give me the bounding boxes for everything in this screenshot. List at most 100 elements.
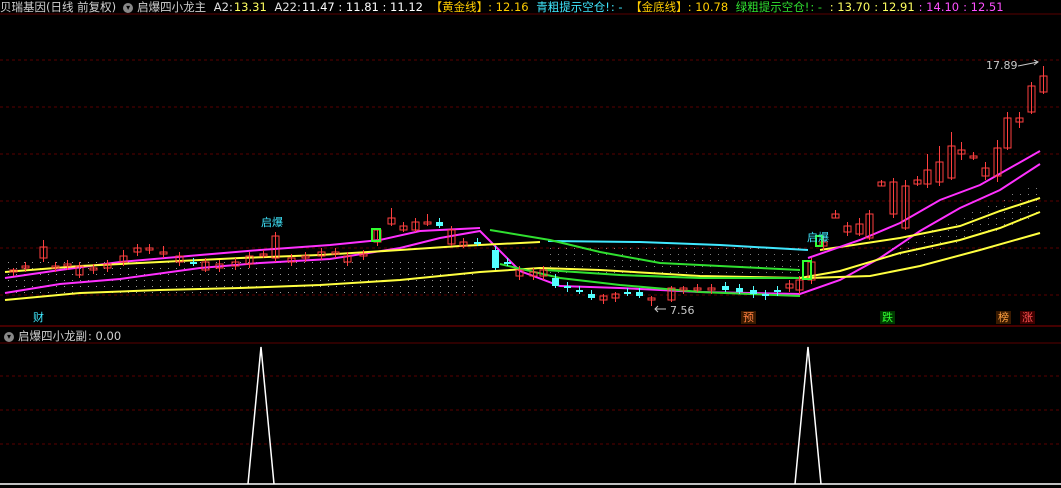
dot-fill (8, 268, 9, 269)
dot-fill (416, 280, 417, 281)
dot-fill (638, 266, 639, 267)
dot-fill (328, 274, 329, 275)
dot-fill (120, 274, 121, 275)
dot-fill (598, 248, 599, 249)
dot-fill (208, 292, 209, 293)
dot-fill (192, 292, 193, 293)
dot-fill (710, 260, 711, 261)
dot-fill (328, 262, 329, 263)
dot-fill (224, 274, 225, 275)
dot-fill (320, 262, 321, 263)
candle-down (624, 292, 631, 294)
dot-fill (64, 274, 65, 275)
dot-fill (408, 286, 409, 287)
dot-fill (574, 254, 575, 255)
dot-fill (766, 266, 767, 267)
dot-fill (670, 272, 671, 273)
dot-fill (344, 280, 345, 281)
dot-fill (940, 236, 941, 237)
dot-fill (352, 292, 353, 293)
dot-fill (782, 260, 783, 261)
dot-fill (940, 248, 941, 249)
dot-fill (908, 254, 909, 255)
dot-fill (280, 268, 281, 269)
dot-fill (216, 286, 217, 287)
dot-fill (734, 272, 735, 273)
dot-fill (264, 280, 265, 281)
dot-fill (774, 266, 775, 267)
dot-fill (654, 254, 655, 255)
dot-fill (798, 260, 799, 261)
dot-fill (112, 274, 113, 275)
candle-down (736, 288, 743, 292)
dot-fill (630, 254, 631, 255)
dot-fill (352, 286, 353, 287)
dot-fill (176, 286, 177, 287)
dot-fill (996, 224, 997, 225)
dot-fill (456, 268, 457, 269)
dot-fill (726, 248, 727, 249)
dot-fill (590, 266, 591, 267)
dot-fill (40, 280, 41, 281)
candle-down (474, 242, 481, 244)
dot-fill (916, 242, 917, 243)
dot-fill (424, 274, 425, 275)
dot-fill (272, 274, 273, 275)
dot-fill (360, 286, 361, 287)
dot-fill (774, 260, 775, 261)
signal-spike-2 (794, 346, 822, 485)
dot-fill (550, 260, 551, 261)
dot-fill (328, 286, 329, 287)
dot-fill (472, 274, 473, 275)
dot-fill (988, 224, 989, 225)
dot-fill (726, 272, 727, 273)
dot-fill (160, 286, 161, 287)
dot-fill (176, 268, 177, 269)
dot-fill (104, 262, 105, 263)
dot-fill (750, 248, 751, 249)
dot-fill (456, 286, 457, 287)
dot-fill (272, 292, 273, 293)
dot-fill (790, 272, 791, 273)
dot-fill (224, 280, 225, 281)
dot-fill (8, 286, 9, 287)
dot-fill (64, 262, 65, 263)
dot-fill (376, 268, 377, 269)
dot-fill (718, 248, 719, 249)
high-price-label: 17.89 (986, 59, 1018, 72)
dot-fill (8, 280, 9, 281)
dot-fill (128, 280, 129, 281)
dot-fill (24, 286, 25, 287)
dot-fill (574, 260, 575, 261)
dot-fill (168, 292, 169, 293)
kline-chart[interactable] (0, 0, 1061, 488)
dot-fill (622, 266, 623, 267)
dot-fill (900, 254, 901, 255)
yellow-line-right-lower (807, 232, 1041, 279)
dot-fill (1036, 188, 1037, 189)
dot-fill (208, 286, 209, 287)
dot-fill (964, 236, 965, 237)
dot-fill (88, 262, 89, 263)
dot-fill (758, 254, 759, 255)
dot-fill (232, 268, 233, 269)
dot-fill (758, 272, 759, 273)
dot-fill (606, 248, 607, 249)
dot-fill (630, 260, 631, 261)
green-line-1 (489, 229, 801, 271)
dot-fill (384, 274, 385, 275)
dot-fill (574, 248, 575, 249)
dot-fill (774, 254, 775, 255)
dot-fill (240, 262, 241, 263)
dot-fill (144, 292, 145, 293)
dot-fill (184, 280, 185, 281)
dot-fill (152, 286, 153, 287)
dot-fill (654, 266, 655, 267)
dot-fill (686, 260, 687, 261)
candle-down (576, 290, 583, 292)
dot-fill (64, 286, 65, 287)
dot-fill (758, 260, 759, 261)
dot-fill (614, 266, 615, 267)
dot-fill (932, 248, 933, 249)
dot-fill (368, 292, 369, 293)
